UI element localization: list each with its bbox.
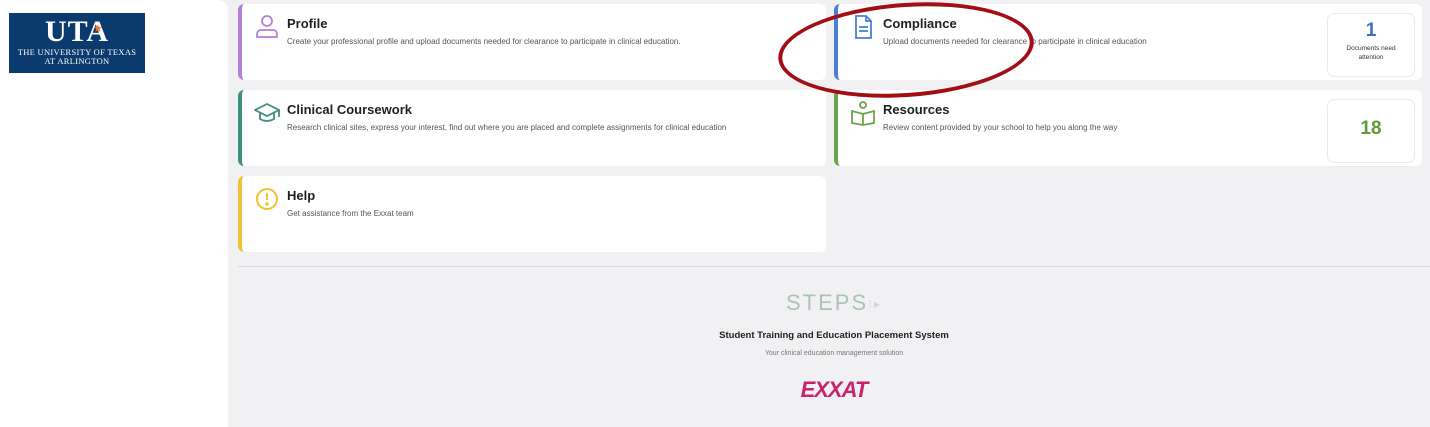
- document-icon: [850, 14, 876, 40]
- exxat-logo: EXXAT: [800, 377, 869, 402]
- compliance-card[interactable]: Compliance Upload documents needed for c…: [834, 4, 1422, 80]
- tagline: Your clinical education management solut…: [764, 350, 904, 357]
- book-person-icon: [850, 100, 876, 126]
- star-icon: ★: [93, 23, 103, 35]
- steps-logo: STEPS⁝▸: [238, 290, 1430, 316]
- graduation-cap-icon: [252, 100, 282, 126]
- logo-line-2: AT ARLINGTON: [44, 56, 110, 66]
- footer: STEPS⁝▸ Student Training and Education P…: [238, 290, 1430, 401]
- resources-title: Resources: [883, 102, 950, 117]
- uta-logo[interactable]: UTA ★ THE UNIVERSITY OF TEXAS AT ARLINGT…: [9, 13, 145, 73]
- documents-attention-count: 1: [1365, 20, 1377, 41]
- help-title: Help: [287, 188, 316, 203]
- sidebar: UTA ★ THE UNIVERSITY OF TEXAS AT ARLINGT…: [0, 0, 228, 427]
- resources-count-badge[interactable]: 18: [1328, 100, 1414, 162]
- logo-main-text: UTA: [44, 15, 110, 48]
- resources-card[interactable]: Resources Review content provided by you…: [834, 90, 1422, 166]
- documents-attention-label: Documents need attention: [1346, 45, 1396, 61]
- clinical-coursework-card[interactable]: Clinical Coursework Research clinical si…: [238, 90, 826, 166]
- resources-description: Review content provided by your school t…: [883, 123, 1118, 132]
- system-name: Student Training and Education Placement…: [719, 330, 949, 341]
- footer-divider: [238, 266, 1430, 267]
- resources-count: 18: [1360, 118, 1382, 139]
- profile-title: Profile: [287, 16, 328, 31]
- exclamation-circle-icon: [254, 186, 280, 212]
- clinical-coursework-title: Clinical Coursework: [287, 102, 412, 117]
- help-description: Get assistance from the Exxat team: [287, 209, 414, 218]
- person-icon: [254, 14, 280, 40]
- help-card[interactable]: Help Get assistance from the Exxat team: [238, 176, 826, 252]
- profile-card[interactable]: Profile Create your professional profile…: [238, 4, 826, 80]
- compliance-description: Upload documents needed for clearance to…: [883, 37, 1147, 46]
- documents-attention-badge[interactable]: 1 Documents need attention: [1328, 14, 1414, 76]
- steps-arrow-icon: ⁝▸: [868, 297, 882, 312]
- steps-logo-text: STEPS: [786, 290, 869, 315]
- profile-description: Create your professional profile and upl…: [287, 37, 681, 46]
- clinical-coursework-description: Research clinical sites, express your in…: [287, 123, 727, 132]
- compliance-title: Compliance: [883, 16, 957, 31]
